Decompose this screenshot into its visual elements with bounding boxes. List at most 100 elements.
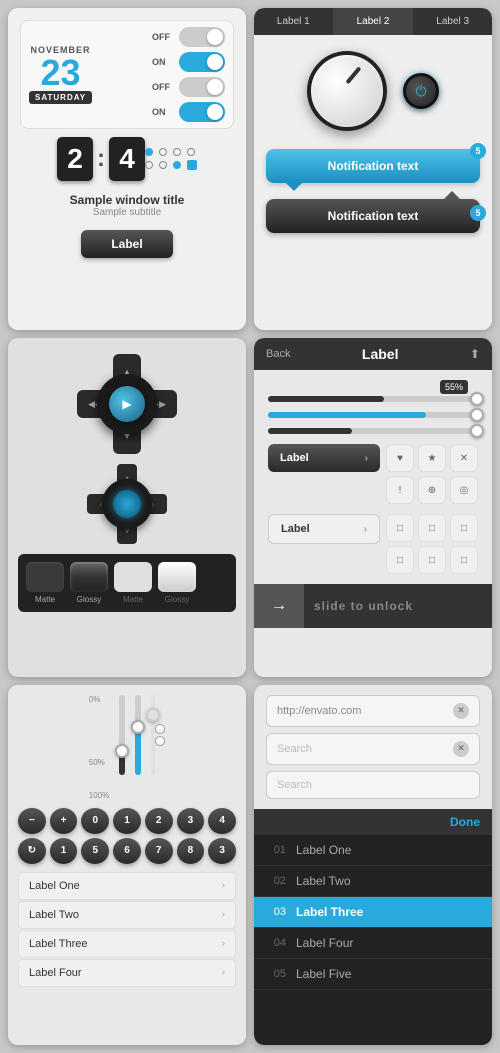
- vslider-3-thumb[interactable]: [146, 708, 160, 722]
- back-button[interactable]: Back: [266, 348, 290, 360]
- list-item-3-text: Label Three: [29, 938, 88, 950]
- play-icon: ▶: [122, 397, 131, 411]
- search-1-clear-btn[interactable]: ✕: [453, 741, 469, 757]
- num-1b[interactable]: 1: [50, 838, 78, 864]
- btn-glossy-light[interactable]: [158, 562, 196, 592]
- vslider-section: 0% 50% 100%: [18, 695, 236, 800]
- radio-dot-6[interactable]: [159, 161, 167, 169]
- label-btn-1-wrapper: Label ›: [268, 444, 380, 504]
- location-icon-btn[interactable]: ◎: [450, 476, 478, 504]
- toggle-1[interactable]: [179, 27, 225, 47]
- btn-glossy-light-label: Glossy: [158, 595, 196, 604]
- radio-dot-2[interactable]: [159, 148, 167, 156]
- num-2[interactable]: 2: [145, 808, 173, 834]
- picker-done-btn[interactable]: Done: [450, 815, 480, 829]
- icon-btn-a[interactable]: □: [386, 514, 414, 542]
- vslider-label-50: 50%: [89, 758, 105, 767]
- hslider-2-thumb[interactable]: [155, 736, 165, 746]
- vslider-2-track[interactable]: [135, 695, 141, 775]
- list-item-3[interactable]: Label Three ›: [18, 930, 236, 958]
- num-3a[interactable]: 3: [177, 808, 205, 834]
- btn-glossy-dark[interactable]: [70, 562, 108, 592]
- close-icon-btn[interactable]: ✕: [450, 444, 478, 472]
- slider-2-track[interactable]: [268, 412, 478, 418]
- list-item-2[interactable]: Label Two ›: [18, 901, 236, 929]
- num-minus[interactable]: −: [18, 808, 46, 834]
- knob-area: ⏻: [254, 35, 492, 141]
- label-btn-1[interactable]: Label ›: [268, 444, 380, 472]
- slider-2-thumb[interactable]: [470, 408, 484, 422]
- label-buttons-row: Label › ♥ ★ ✕ ! ⊕ ◎: [268, 444, 478, 504]
- num-5[interactable]: 5: [81, 838, 109, 864]
- toggle-2[interactable]: [179, 52, 225, 72]
- radio-dot-1[interactable]: [145, 148, 153, 156]
- heart-icon-btn[interactable]: ♥: [386, 444, 414, 472]
- slider-3-thumb[interactable]: [470, 424, 484, 438]
- url-clear-btn[interactable]: ✕: [453, 703, 469, 719]
- num-0a[interactable]: 0: [81, 808, 109, 834]
- search-input-2[interactable]: Search: [266, 771, 480, 799]
- url-input[interactable]: http://envato.com ✕: [266, 695, 480, 727]
- toggle-3[interactable]: [179, 77, 225, 97]
- search-input-1[interactable]: Search ✕: [266, 733, 480, 765]
- search-icon-btn[interactable]: ⊕: [418, 476, 446, 504]
- num-1[interactable]: 1: [113, 808, 141, 834]
- num-3b[interactable]: 3: [208, 838, 236, 864]
- label-btn-2[interactable]: Label ›: [268, 514, 380, 544]
- share-icon[interactable]: ⬆: [470, 347, 480, 361]
- slider-3-track[interactable]: [268, 428, 478, 434]
- radio-dot-3[interactable]: [173, 148, 181, 156]
- num-4[interactable]: 4: [208, 808, 236, 834]
- icon-btn-f[interactable]: □: [450, 546, 478, 574]
- tab-2[interactable]: Label 2: [334, 8, 414, 35]
- icon-btn-c[interactable]: □: [450, 514, 478, 542]
- checkbox-1[interactable]: [187, 160, 197, 170]
- picker-row-3-selected[interactable]: 03 Label Three: [254, 897, 492, 928]
- toggle-4[interactable]: [179, 102, 225, 122]
- btn-matte-dark[interactable]: [26, 562, 64, 592]
- badge-2: 5: [470, 205, 486, 221]
- tab-3[interactable]: Label 3: [413, 8, 492, 35]
- vslider-3-track[interactable]: [151, 695, 155, 775]
- slider-1-track[interactable]: [268, 396, 478, 402]
- icon-btn-b[interactable]: □: [418, 514, 446, 542]
- slider-3-fill: [268, 428, 352, 434]
- picker-row-5[interactable]: 05 Label Five: [254, 959, 492, 990]
- hslider-1-thumb[interactable]: [155, 724, 165, 734]
- btn-matte-light[interactable]: [114, 562, 152, 592]
- icon-btn-e[interactable]: □: [418, 546, 446, 574]
- label-button[interactable]: Label: [81, 230, 172, 258]
- num-7[interactable]: 7: [145, 838, 173, 864]
- power-button[interactable]: ⏻: [403, 73, 439, 109]
- tab-1[interactable]: Label 1: [254, 8, 334, 35]
- dpad-play[interactable]: ▶: [109, 386, 145, 422]
- slider-1-thumb[interactable]: [470, 392, 484, 406]
- picker-row-4[interactable]: 04 Label Four: [254, 928, 492, 959]
- num-refresh[interactable]: ↻: [18, 838, 46, 864]
- slide-to-unlock[interactable]: → slide to unlock: [254, 584, 492, 628]
- icon-btn-d[interactable]: □: [386, 546, 414, 574]
- radio-dot-4[interactable]: [187, 148, 195, 156]
- info-icon-btn[interactable]: !: [386, 476, 414, 504]
- slider-1-badge-row: 55%: [268, 380, 468, 394]
- list-item-4[interactable]: Label Four ›: [18, 959, 236, 987]
- num-6[interactable]: 6: [113, 838, 141, 864]
- radio-dot-7[interactable]: [173, 161, 181, 169]
- vslider-2-thumb[interactable]: [131, 720, 145, 734]
- list-item-1[interactable]: Label One ›: [18, 872, 236, 900]
- radio-dot-5[interactable]: [145, 161, 153, 169]
- num-plus[interactable]: +: [50, 808, 78, 834]
- vslider-label-0: 0%: [89, 695, 101, 704]
- radio-row-1: [145, 148, 197, 156]
- picker-row-2[interactable]: 02 Label Two: [254, 866, 492, 897]
- vslider-1-thumb[interactable]: [115, 744, 129, 758]
- window-subtitle: Sample subtitle: [70, 207, 185, 218]
- window-title: Sample window title: [70, 193, 185, 207]
- vslider-1-track[interactable]: [119, 695, 125, 775]
- num-8[interactable]: 8: [177, 838, 205, 864]
- picker-row-1[interactable]: 01 Label One: [254, 835, 492, 866]
- list-item-4-chevron: ›: [222, 967, 225, 978]
- star-icon-btn[interactable]: ★: [418, 444, 446, 472]
- slide-arrow[interactable]: →: [254, 584, 304, 628]
- rotary-knob[interactable]: [307, 51, 387, 131]
